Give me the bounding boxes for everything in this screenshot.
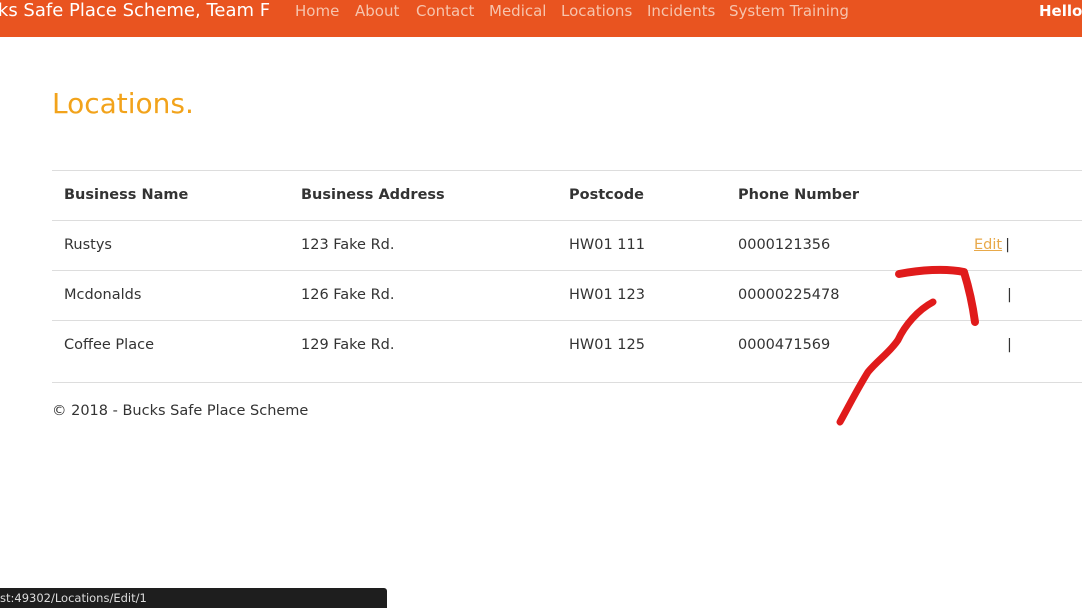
- footer-copyright: © 2018 - Bucks Safe Place Scheme: [52, 403, 309, 419]
- business-name-cell: Mcdonalds: [64, 287, 142, 303]
- site-brand[interactable]: cks Safe Place Scheme, Team F: [0, 0, 270, 22]
- edit-link[interactable]: Edit: [974, 237, 1002, 253]
- action-separator: |: [1007, 337, 1012, 353]
- row-actions: |: [1004, 271, 1012, 320]
- header-phone-number: Phone Number: [738, 187, 860, 203]
- footer-divider: [52, 382, 1082, 383]
- business-address-cell: 123 Fake Rd.: [301, 237, 395, 253]
- postcode-cell: HW01 125: [569, 337, 645, 353]
- nav-home[interactable]: Home: [295, 0, 339, 22]
- nav-system-training[interactable]: System Training: [729, 0, 849, 22]
- table-row: Coffee Place 129 Fake Rd. HW01 125 00004…: [52, 320, 1082, 370]
- postcode-cell: HW01 111: [569, 237, 645, 253]
- status-url: st:49302/Locations/Edit/1: [0, 591, 147, 605]
- table-header-row: Business Name Business Address Postcode …: [52, 170, 1082, 220]
- nav-locations[interactable]: Locations: [561, 0, 632, 22]
- business-address-cell: 129 Fake Rd.: [301, 337, 395, 353]
- table-row: Rustys 123 Fake Rd. HW01 111 0000121356 …: [52, 220, 1082, 270]
- locations-table: Business Name Business Address Postcode …: [52, 170, 1082, 370]
- top-navbar: cks Safe Place Scheme, Team F Home About…: [0, 0, 1082, 37]
- row-actions: |: [1004, 321, 1012, 370]
- page-title: Locations.: [52, 87, 194, 120]
- phone-number-cell: 00000225478: [738, 287, 840, 303]
- nav-contact[interactable]: Contact: [416, 0, 474, 22]
- nav-about[interactable]: About: [355, 0, 399, 22]
- action-separator: |: [1005, 237, 1010, 253]
- user-greeting[interactable]: Hello: [1039, 0, 1082, 22]
- header-business-name: Business Name: [64, 187, 189, 203]
- table-row: Mcdonalds 126 Fake Rd. HW01 123 00000225…: [52, 270, 1082, 320]
- postcode-cell: HW01 123: [569, 287, 645, 303]
- row-actions: Edit |: [974, 221, 1010, 270]
- business-address-cell: 126 Fake Rd.: [301, 287, 395, 303]
- header-postcode: Postcode: [569, 187, 644, 203]
- phone-number-cell: 0000121356: [738, 237, 831, 253]
- business-name-cell: Coffee Place: [64, 337, 154, 353]
- action-separator: |: [1007, 287, 1012, 303]
- nav-medical[interactable]: Medical: [489, 0, 546, 22]
- header-business-address: Business Address: [301, 187, 445, 203]
- phone-number-cell: 0000471569: [738, 337, 831, 353]
- browser-status-bar: st:49302/Locations/Edit/1: [0, 588, 387, 608]
- nav-incidents[interactable]: Incidents: [647, 0, 715, 22]
- business-name-cell: Rustys: [64, 237, 112, 253]
